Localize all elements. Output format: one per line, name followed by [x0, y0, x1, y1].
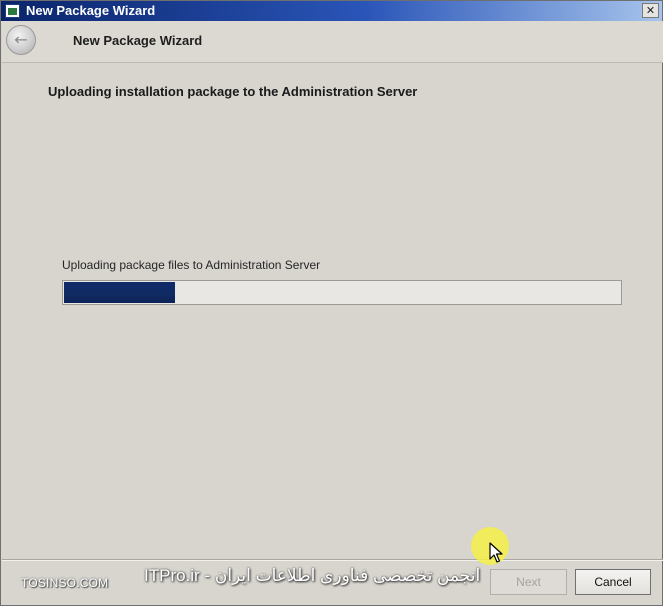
back-button[interactable]: ←	[6, 25, 36, 55]
back-arrow-icon: ←	[14, 30, 28, 49]
watermark-site-right: ITPro.ir - انجمن تخصصی فناوری اطلاعات ای…	[144, 566, 481, 585]
progress-fill	[64, 282, 175, 303]
close-button[interactable]: ✕	[642, 3, 659, 18]
upload-progress-bar	[62, 280, 622, 305]
app-icon	[5, 4, 20, 18]
title-bar[interactable]: New Package Wizard ✕	[1, 1, 662, 21]
page-heading: Uploading installation package to the Ad…	[48, 84, 418, 99]
wizard-window: New Package Wizard ✕ ← New Package Wizar…	[0, 0, 663, 606]
footer-divider-highlight	[2, 560, 663, 561]
upload-status-text: Uploading package files to Administratio…	[62, 258, 321, 272]
cancel-button[interactable]: Cancel	[575, 569, 651, 595]
watermark-site-left: TOSINSO.COM	[21, 576, 109, 590]
wizard-header: ← New Package Wizard	[2, 21, 663, 63]
window-title: New Package Wizard	[26, 3, 156, 18]
next-button[interactable]: Next	[490, 569, 567, 595]
mouse-pointer-icon	[489, 542, 503, 563]
wizard-header-title: New Package Wizard	[73, 33, 203, 48]
